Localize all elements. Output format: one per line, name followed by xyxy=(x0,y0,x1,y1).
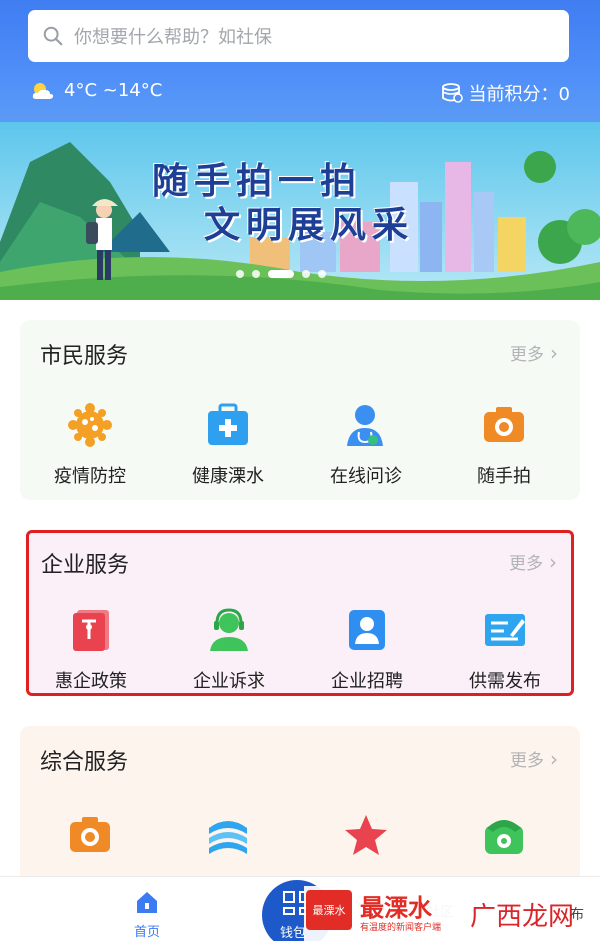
camera-icon xyxy=(70,817,110,852)
service-supply-demand[interactable]: 供需发布 xyxy=(445,607,565,693)
chevron-right-icon: › xyxy=(550,340,558,365)
camera-icon xyxy=(484,407,524,442)
card-title: 企业服务 xyxy=(41,553,130,578)
service-label: 企业招聘 xyxy=(331,671,403,692)
carousel-dots xyxy=(236,270,326,278)
star-icon xyxy=(345,815,387,855)
customer-service-icon xyxy=(210,608,248,651)
carousel-dot[interactable] xyxy=(236,270,244,278)
service-label: 惠企政策 xyxy=(55,671,127,692)
service-label: 企业诉求 xyxy=(193,671,265,692)
service-label: 健康溧水 xyxy=(192,466,264,487)
chevron-right-icon: › xyxy=(550,746,558,771)
doctor-icon xyxy=(347,405,383,446)
more-label: 更多 xyxy=(510,751,544,771)
partly-cloudy-icon xyxy=(32,82,54,99)
card-title: 综合服务 xyxy=(40,750,129,775)
policy-book-icon xyxy=(73,610,109,651)
tab-home[interactable]: 首页 xyxy=(120,889,174,940)
watermark-site: 广西龙网 xyxy=(470,902,575,932)
carousel-dot[interactable] xyxy=(302,270,310,278)
more-link[interactable]: 更多 › xyxy=(510,746,558,772)
service-label: 供需发布 xyxy=(469,671,541,692)
card-title: 市民服务 xyxy=(40,344,129,369)
search-bar[interactable]: 你想要什么帮助？如社保 xyxy=(28,10,569,62)
search-placeholder: 你想要什么帮助？如社保 xyxy=(74,27,272,48)
carousel-dot[interactable] xyxy=(252,270,260,278)
points[interactable]: 当前积分：0 xyxy=(441,80,570,106)
service-epidemic-control[interactable]: 疫情防控 xyxy=(30,402,150,488)
service-enterprise-appeal[interactable]: 企业诉求 xyxy=(169,607,289,693)
home-icon xyxy=(137,892,157,913)
publish-icon xyxy=(485,614,525,646)
service-enterprise-recruit[interactable]: 企业招聘 xyxy=(307,607,427,693)
law-icon xyxy=(209,821,247,854)
carousel-dot-active[interactable] xyxy=(268,270,294,278)
enterprise-services-card: 企业服务 更多 › 惠企政策 企业诉求 企业招聘 供需发布 xyxy=(26,530,574,696)
carousel-dot[interactable] xyxy=(318,270,326,278)
recruit-badge-icon xyxy=(349,610,385,650)
watermark-tail: 布 xyxy=(570,907,584,923)
chevron-right-icon: › xyxy=(549,549,557,574)
more-label: 更多 xyxy=(509,554,543,574)
service-enterprise-policy[interactable]: 惠企政策 xyxy=(31,607,151,693)
medical-kit-icon xyxy=(208,403,248,445)
watermark-logo: 最溧水 xyxy=(306,890,352,930)
weather[interactable]: 4°C ~14°C xyxy=(30,80,162,101)
phone-icon xyxy=(485,820,523,854)
tab-label: 钱包 xyxy=(280,926,307,941)
points-label: 当前积分：0 xyxy=(468,84,570,105)
more-link[interactable]: 更多 › xyxy=(509,549,557,575)
service-health[interactable]: 健康溧水 xyxy=(168,402,288,488)
service-label: 在线问诊 xyxy=(330,466,402,487)
virus-icon xyxy=(68,403,112,447)
citizen-services-card: 市民服务 更多 › 疫情防控 健康溧水 在线问诊 随手拍 xyxy=(20,320,580,500)
search-icon xyxy=(43,26,63,46)
coins-icon xyxy=(441,83,463,103)
more-link[interactable]: 更多 › xyxy=(510,340,558,366)
header: 你想要什么帮助？如社保 4°C ~14°C 当前积分：0 xyxy=(0,0,600,122)
watermark-text: 最溧水 xyxy=(360,894,432,922)
banner-line-2: 文明展风采 xyxy=(204,205,415,246)
service-snapshot[interactable]: 随手拍 xyxy=(30,812,150,886)
service-legal[interactable]: 法律服务 xyxy=(168,812,288,886)
service-label: 疫情防控 xyxy=(54,466,126,487)
more-label: 更多 xyxy=(510,345,544,365)
banner-carousel[interactable]: 随手拍一拍 文明展风采 xyxy=(0,122,600,300)
service-hotline[interactable]: 12345热线 xyxy=(444,812,564,886)
service-label: 随手拍 xyxy=(477,466,531,487)
general-services-card: 综合服务 更多 › 随手拍 法律服务 文化活动 12345热线 xyxy=(20,726,580,886)
service-snapshot[interactable]: 随手拍 xyxy=(444,402,564,488)
weather-temp: 4°C ~14°C xyxy=(64,80,163,101)
watermark-slogan: 有温度的新闻客户端 xyxy=(360,923,442,933)
service-online-consult[interactable]: 在线问诊 xyxy=(306,402,426,488)
tab-label: 首页 xyxy=(133,925,160,940)
service-culture[interactable]: 文化活动 xyxy=(306,812,426,886)
